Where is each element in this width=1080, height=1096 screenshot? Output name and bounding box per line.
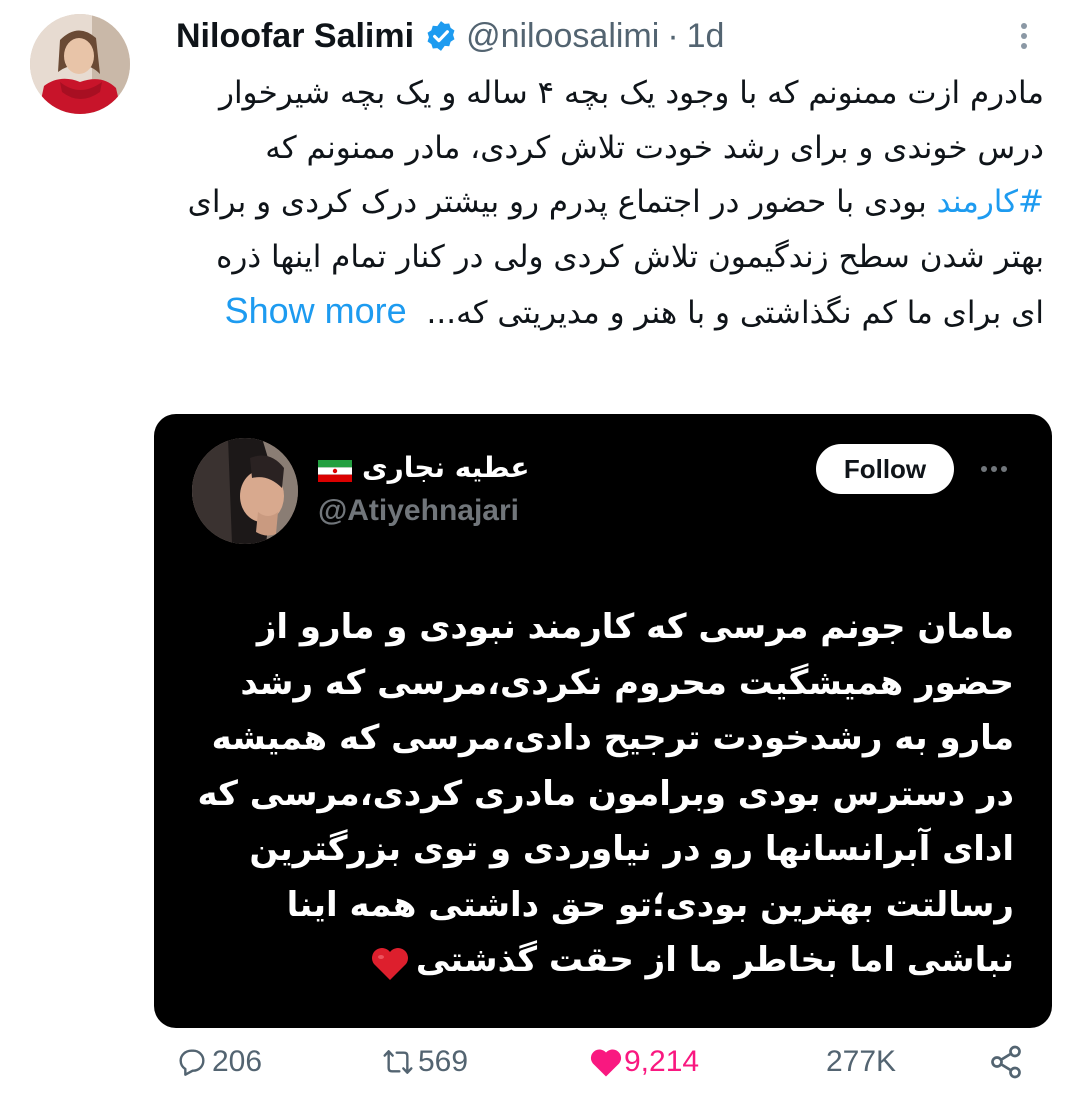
view-count: 277K [826,1045,897,1078]
like-heart-icon [588,1046,622,1078]
reply-icon [176,1046,208,1078]
follow-button[interactable]: Follow [816,444,954,494]
more-options-icon[interactable] [1012,14,1036,58]
repost-icon [382,1046,414,1078]
tweet-text-part1: مادرم ازت ممنونم که با وجود یک بچه ۴ سال… [218,75,1044,166]
verified-badge-icon [424,19,458,53]
red-heart-emoji [370,944,410,980]
reply-action[interactable]: 206 [176,1038,262,1086]
hashtag-link[interactable]: #کارمند [937,184,1044,220]
quoted-tweet-body: مامان جونم مرسی که کارمند نبودی و مارو ا… [197,607,1014,980]
share-action[interactable] [988,1038,1024,1086]
iran-flag-icon [318,456,352,482]
author-avatar[interactable] [30,14,130,114]
repost-action[interactable]: 569 [382,1038,468,1086]
views-action[interactable]: 277K [826,1038,896,1086]
quoted-author-handle[interactable]: @Atiyehnajari [318,494,519,528]
author-handle[interactable]: @niloosalimi [466,17,659,56]
tweet-header: Niloofar Salimi @niloosalimi · 1d [176,14,724,58]
quoted-author-avatar[interactable] [192,438,298,544]
reply-count: 206 [212,1045,263,1078]
separator-dot: · [667,16,679,55]
tweet-timestamp[interactable]: 1d [687,17,725,56]
like-count: 9,214 [624,1045,700,1078]
quoted-more-options-icon[interactable] [976,454,1012,484]
share-icon [988,1044,1024,1080]
tweet-text: مادرم ازت ممنونم که با وجود یک بچه ۴ سال… [176,66,1044,341]
quoted-tweet-text: مامان جونم مرسی که کارمند نبودی و مارو ا… [184,600,1014,989]
repost-count: 569 [418,1045,469,1078]
quoted-author-name-text: عطیه نجاری [362,450,530,484]
like-action[interactable]: 9,214 [588,1038,699,1086]
quoted-tweet-card[interactable]: عطیه نجاری @Atiyehnajari Follow مامان جو… [154,414,1052,1028]
author-name[interactable]: Niloofar Salimi [176,17,414,56]
quoted-author-name[interactable]: عطیه نجاری [318,446,530,488]
show-more-link[interactable]: Show more [225,290,407,331]
